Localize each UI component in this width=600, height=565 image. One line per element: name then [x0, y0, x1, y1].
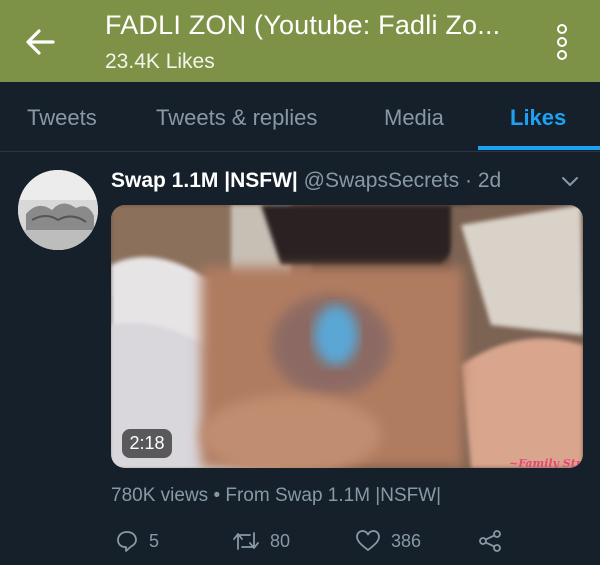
video-frame — [111, 205, 583, 468]
profile-title: FADLI ZON (Youtube: Fadli Zo... — [105, 10, 501, 40]
profile-header: FADLI ZON (Youtube: Fadli Zo... 23.4K Li… — [0, 0, 600, 82]
like-button[interactable]: 386 — [355, 528, 421, 554]
retweet-icon — [233, 532, 259, 550]
author-name[interactable]: Swap 1.1M |NSFW| — [111, 169, 298, 192]
arrow-left-icon — [26, 29, 55, 55]
tweet-header: Swap 1.1M |NSFW| @SwapsSecrets · 2d — [111, 169, 502, 192]
reply-icon — [117, 531, 137, 552]
retweet-button[interactable]: 80 — [232, 528, 290, 554]
more-vertical-icon — [557, 24, 567, 34]
video-duration: 2:18 — [122, 429, 172, 458]
author-handle[interactable]: @SwapsSecrets — [304, 169, 460, 192]
tab-media[interactable]: Media — [384, 105, 444, 131]
likes-count: 23.4K Likes — [105, 50, 215, 73]
tweet-card[interactable]: Swap 1.1M |NSFW| @SwapsSecrets · 2d 2:18… — [0, 152, 600, 565]
video-views: 780K views • From Swap 1.1M |NSFW| — [111, 485, 442, 506]
tweet-menu-button[interactable] — [560, 174, 580, 190]
video-thumbnail[interactable]: 2:18 ~Family Str — [111, 205, 583, 468]
profile-tabs: Tweets Tweets & replies Media Likes — [0, 82, 600, 152]
reply-button[interactable]: 5 — [115, 528, 159, 554]
tweet-actions: 5 80 386 — [0, 522, 600, 562]
video-watermark: ~Family Str — [509, 457, 582, 468]
tweet-time: 2d — [477, 169, 502, 192]
avatar-image — [18, 170, 98, 250]
like-count: 386 — [391, 530, 422, 551]
tab-tweets-replies[interactable]: Tweets & replies — [156, 105, 317, 131]
retweet-count: 80 — [270, 530, 291, 551]
avatar[interactable] — [18, 170, 98, 250]
share-button[interactable] — [478, 528, 502, 554]
active-tab-indicator — [478, 146, 600, 150]
chevron-down-icon — [562, 177, 578, 186]
tab-likes[interactable]: Likes — [510, 105, 566, 131]
heart-icon — [356, 530, 380, 551]
share-icon — [479, 530, 501, 552]
reply-count: 5 — [149, 530, 160, 551]
tab-tweets[interactable]: Tweets — [27, 105, 97, 131]
back-button[interactable] — [22, 24, 58, 60]
more-options-button[interactable] — [548, 24, 576, 60]
